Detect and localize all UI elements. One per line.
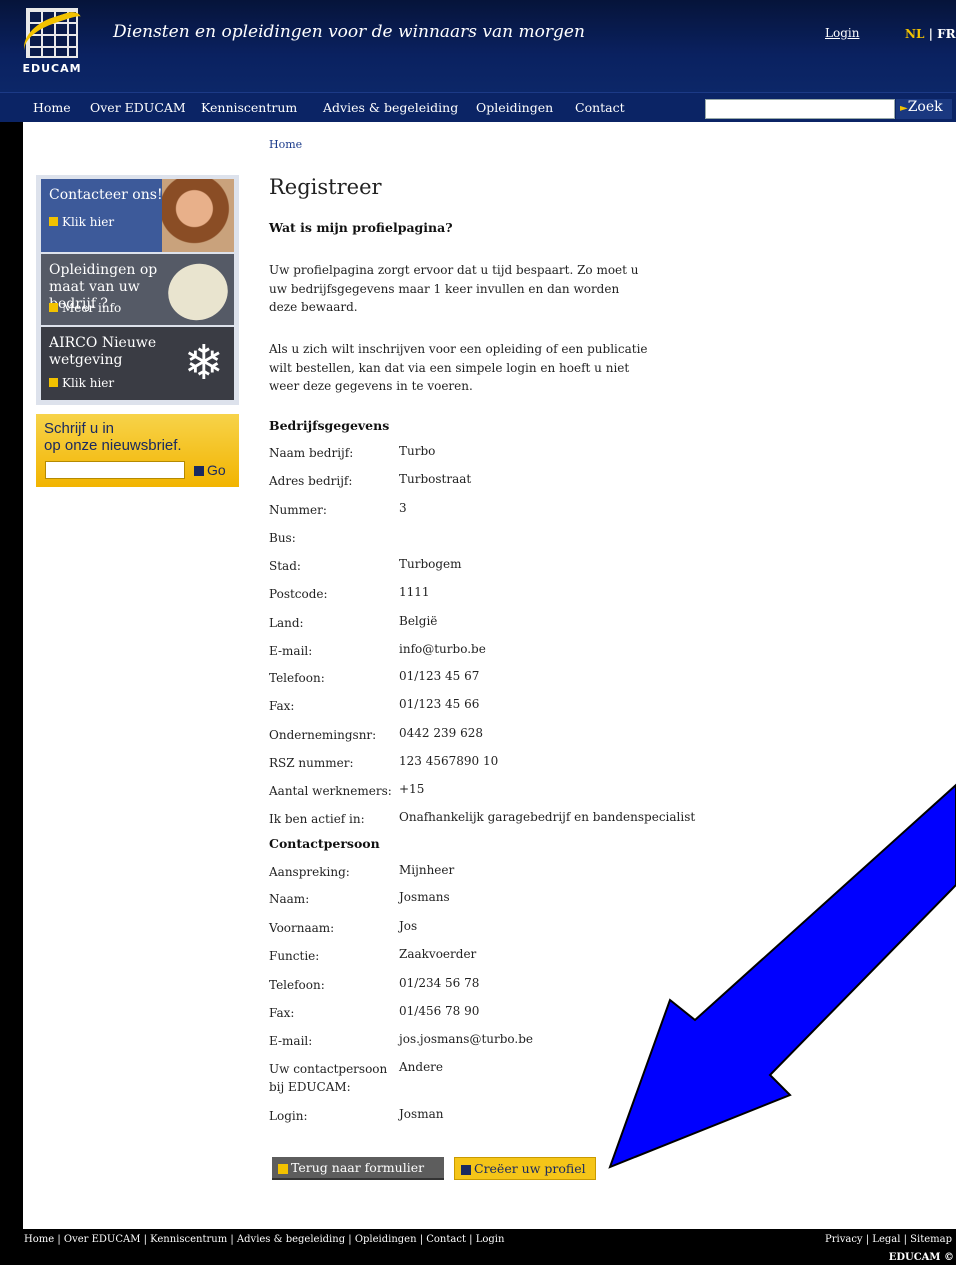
header-login-link[interactable]: Login — [825, 26, 859, 40]
field-label: Ik ben actief in: — [269, 812, 365, 826]
profile-question-heading: Wat is mijn profielpagina? — [269, 220, 453, 235]
field-label: Functie: — [269, 949, 320, 963]
field-value: 01/234 56 78 — [399, 976, 480, 990]
educam-logo[interactable]: EDUCAM — [12, 6, 92, 75]
footer-links[interactable]: Home | Over EDUCAM | Kenniscentrum | Adv… — [24, 1234, 504, 1245]
field-label: Aantal werknemers: — [269, 784, 392, 798]
breadcrumb[interactable]: Home — [269, 138, 302, 151]
field-value: +15 — [399, 782, 425, 796]
nav-advies[interactable]: Advies & begeleiding — [323, 100, 458, 115]
logo-text: EDUCAM — [22, 62, 82, 75]
field-label: Aanspreking: — [269, 865, 350, 879]
contact-heading: Contactpersoon — [269, 836, 380, 851]
field-label: E-mail: — [269, 1034, 313, 1048]
page-title: Registreer — [269, 175, 382, 199]
field-label: Ondernemingsnr: — [269, 728, 377, 742]
intro-paragraph-1: Uw profielpagina zorgt ervoor dat u tijd… — [269, 263, 639, 314]
promo-title: AIRCO Nieuwe wetgeving — [49, 335, 157, 368]
arrow-right-icon: ► — [900, 103, 908, 114]
lang-nl-link[interactable]: NL — [905, 27, 924, 41]
field-value: Turbogem — [399, 557, 462, 571]
field-value: 3 — [399, 501, 407, 515]
search-input[interactable] — [705, 99, 895, 119]
field-label: Land: — [269, 616, 304, 630]
nav-kenniscentrum[interactable]: Kenniscentrum — [201, 100, 297, 115]
field-label: Telefoon: — [269, 671, 325, 685]
field-label: Fax: — [269, 699, 295, 713]
field-label: Naam bedrijf: — [269, 446, 354, 460]
promo-cta[interactable]: Klik hier — [49, 376, 114, 390]
field-value: 1111 — [399, 585, 430, 599]
field-value: 123 4567890 10 — [399, 754, 499, 768]
field-label: Login: — [269, 1109, 308, 1123]
footer-right-links[interactable]: Privacy | Legal | Sitemap — [825, 1234, 952, 1245]
field-label: E-mail: — [269, 644, 313, 658]
newsletter-go-button[interactable]: Go — [194, 462, 226, 478]
nav-over-educam[interactable]: Over EDUCAM — [90, 100, 186, 115]
field-value: Josmans — [399, 890, 450, 904]
field-value: 01/123 45 67 — [399, 669, 480, 683]
newsletter-email-input[interactable] — [45, 461, 185, 479]
site-header: EDUCAM Diensten en opleidingen voor de w… — [0, 0, 956, 92]
field-label: Naam: — [269, 892, 310, 906]
field-label: Voornaam: — [269, 921, 335, 935]
promo-opleidingen[interactable]: Opleidingen op maat van uw bedrijf ? Mee… — [41, 254, 234, 325]
promo-title: Contacteer ons! — [49, 187, 163, 203]
woman-photo — [162, 179, 234, 252]
field-label: Telefoon: — [269, 978, 325, 992]
field-value: Turbostraat — [399, 472, 472, 486]
field-value: Josman — [399, 1107, 444, 1121]
promo-cta[interactable]: Klik hier — [49, 215, 114, 229]
promo-cta[interactable]: Meer info — [49, 301, 121, 315]
field-value: Jos — [399, 919, 418, 933]
sidebar-promos: Contacteer ons! Klik hier Opleidingen op… — [36, 175, 239, 405]
bullet-icon — [49, 303, 58, 312]
create-profile-button[interactable]: Creëer uw profiel — [454, 1157, 596, 1180]
field-label: Stad: — [269, 559, 301, 573]
snowflake-icon: ❄ — [183, 335, 224, 391]
nav-opleidingen[interactable]: Opleidingen — [476, 100, 553, 115]
field-value: Andere — [399, 1060, 444, 1074]
company-heading: Bedrijfsgegevens — [269, 418, 390, 433]
bullet-icon — [49, 378, 58, 387]
blue-arrow-annotation — [608, 783, 956, 1169]
field-value: 01/123 45 66 — [399, 697, 480, 711]
intro-paragraph-2: Als u zich wilt inschrijven voor een opl… — [269, 342, 648, 393]
search-button[interactable]: ►Zoek — [896, 99, 952, 119]
promo-contact[interactable]: Contacteer ons! Klik hier — [41, 179, 234, 252]
field-label: Fax: — [269, 1006, 295, 1020]
go-icon — [194, 466, 204, 477]
field-value: Mijnheer — [399, 863, 455, 877]
lang-fr-link[interactable]: FR — [937, 27, 956, 41]
footer-copyright: EDUCAM © — [888, 1252, 954, 1263]
field-label: Adres bedrijf: — [269, 474, 353, 488]
field-value: jos.josmans@turbo.be — [399, 1032, 534, 1046]
language-switch: NL | FR — [905, 27, 956, 41]
lang-separator: | — [924, 27, 938, 41]
search-button-label: Zoek — [907, 99, 943, 115]
newsletter-text: Schrijf u in op onze nieuwsbrief. — [44, 420, 182, 454]
field-value: Zaakvoerder — [399, 947, 477, 961]
field-value: België — [399, 614, 438, 628]
field-value: info@turbo.be — [399, 642, 486, 656]
field-label: RSZ nummer: — [269, 756, 354, 770]
bullet-icon — [278, 1163, 288, 1174]
field-value: Turbo — [399, 444, 436, 458]
tagline: Diensten en opleidingen voor de winnaars… — [113, 22, 585, 42]
bullet-icon — [49, 217, 58, 226]
promo-airco[interactable]: ❄ AIRCO Nieuwe wetgeving Klik hier — [41, 327, 234, 400]
field-label: Bus: — [269, 531, 296, 545]
nav-contact[interactable]: Contact — [575, 100, 625, 115]
back-to-form-button[interactable]: Terug naar formulier — [272, 1157, 444, 1180]
field-label: Nummer: — [269, 503, 327, 517]
field-label: Postcode: — [269, 587, 328, 601]
field-label: Uw contactpersoon bij EDUCAM: — [269, 1062, 388, 1094]
bullet-icon — [461, 1164, 471, 1175]
nav-home[interactable]: Home — [33, 100, 71, 115]
field-value: 01/456 78 90 — [399, 1004, 480, 1018]
field-value: 0442 239 628 — [399, 726, 483, 740]
